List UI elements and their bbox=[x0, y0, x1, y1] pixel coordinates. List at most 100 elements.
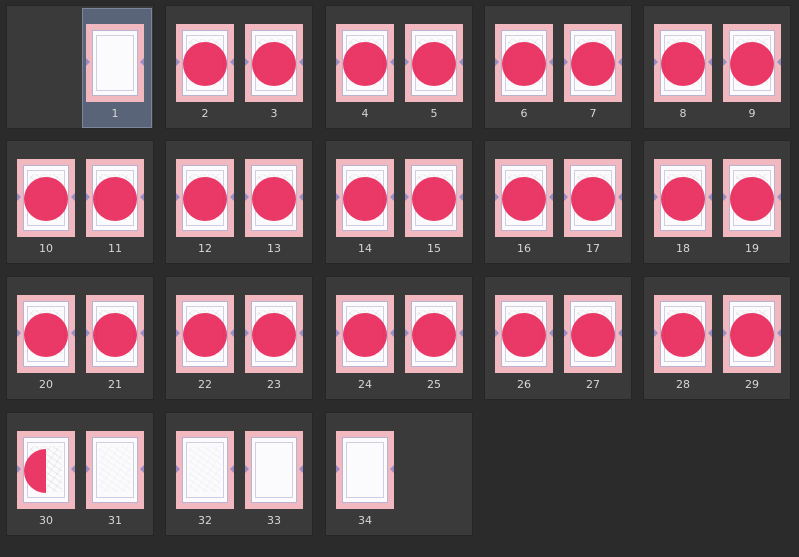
page-spread: 18 19 bbox=[643, 140, 791, 264]
page-thumbnail-28[interactable] bbox=[654, 295, 712, 373]
page-marker-icon bbox=[661, 177, 705, 221]
trim-mark-icon bbox=[708, 329, 712, 337]
page-thumbnail-3[interactable] bbox=[245, 24, 303, 102]
trim-mark-icon bbox=[245, 193, 249, 201]
page-marker-icon bbox=[661, 42, 705, 86]
trim-mark-icon bbox=[564, 329, 568, 337]
page-thumbnail-31[interactable] bbox=[86, 431, 144, 509]
page-number-label: 3 bbox=[270, 107, 278, 120]
page-thumbnail-25[interactable] bbox=[405, 295, 463, 373]
trim-mark-icon bbox=[723, 58, 727, 66]
page-thumbnail-26[interactable] bbox=[495, 295, 553, 373]
trim-mark-icon bbox=[549, 58, 553, 66]
page-number-label: 18 bbox=[676, 242, 690, 255]
page-thumbnail-19[interactable] bbox=[723, 159, 781, 237]
trim-mark-icon bbox=[17, 465, 21, 473]
page-thumbnail-22[interactable] bbox=[176, 295, 234, 373]
page-marker-icon bbox=[571, 313, 615, 357]
page-thumbnail-13[interactable] bbox=[245, 159, 303, 237]
trim-mark-icon bbox=[17, 329, 21, 337]
trim-mark-icon bbox=[654, 193, 658, 201]
page-thumbnail-34[interactable] bbox=[336, 431, 394, 509]
page-thumbnail-15[interactable] bbox=[405, 159, 463, 237]
trim-mark-icon bbox=[299, 329, 303, 337]
trim-mark-icon bbox=[390, 465, 394, 473]
page-thumbnail-33[interactable] bbox=[245, 431, 303, 509]
page-spread: 67 bbox=[484, 5, 632, 129]
page-spread: 10 11 bbox=[6, 140, 154, 264]
trim-mark-icon bbox=[336, 329, 340, 337]
page-spread: 23 bbox=[165, 5, 313, 129]
trim-mark-icon bbox=[549, 329, 553, 337]
page-number-label: 23 bbox=[267, 378, 281, 391]
page-marker-icon bbox=[24, 177, 68, 221]
page-spread: 12 13 bbox=[165, 140, 313, 264]
page-thumbnail-17[interactable] bbox=[564, 159, 622, 237]
trim-mark-icon bbox=[459, 193, 463, 201]
page-spread: 34 bbox=[325, 412, 473, 536]
trim-mark-icon bbox=[618, 329, 622, 337]
page-number-label: 12 bbox=[198, 242, 212, 255]
trim-mark-icon bbox=[176, 58, 180, 66]
page-thumbnail-27[interactable] bbox=[564, 295, 622, 373]
page-thumbnail-6[interactable] bbox=[495, 24, 553, 102]
page-thumbnail-30[interactable] bbox=[17, 431, 75, 509]
page-number-label: 14 bbox=[358, 242, 372, 255]
page-spread: 20 21 bbox=[6, 276, 154, 400]
trim-mark-icon bbox=[618, 193, 622, 201]
page-thumbnail-21[interactable] bbox=[86, 295, 144, 373]
page-thumbnail-2[interactable] bbox=[176, 24, 234, 102]
page-thumbnail-10[interactable] bbox=[17, 159, 75, 237]
page-canvas bbox=[182, 437, 228, 503]
page-marker-icon bbox=[252, 177, 296, 221]
page-thumbnail-32[interactable] bbox=[176, 431, 234, 509]
page-number-label: 20 bbox=[39, 378, 53, 391]
page-number-label: 6 bbox=[520, 107, 528, 120]
page-thumbnail-23[interactable] bbox=[245, 295, 303, 373]
page-spread: 32 33 bbox=[165, 412, 313, 536]
trim-mark-icon bbox=[777, 329, 781, 337]
page-thumbnail-18[interactable] bbox=[654, 159, 712, 237]
page-number-label: 21 bbox=[108, 378, 122, 391]
page-thumbnail-29[interactable] bbox=[723, 295, 781, 373]
page-thumbnail-7[interactable] bbox=[564, 24, 622, 102]
page-spread: 89 bbox=[643, 5, 791, 129]
page-marker-icon bbox=[93, 177, 137, 221]
page-marker-icon bbox=[571, 177, 615, 221]
page-thumbnail-16[interactable] bbox=[495, 159, 553, 237]
trim-mark-icon bbox=[777, 58, 781, 66]
trim-mark-icon bbox=[495, 329, 499, 337]
page-number-label: 4 bbox=[361, 107, 369, 120]
page-thumbnail-14[interactable] bbox=[336, 159, 394, 237]
page-canvas bbox=[342, 437, 388, 503]
page-thumbnail-4[interactable] bbox=[336, 24, 394, 102]
trim-mark-icon bbox=[336, 193, 340, 201]
page-thumbnail-5[interactable] bbox=[405, 24, 463, 102]
page-marker-icon bbox=[412, 42, 456, 86]
page-marker-icon bbox=[183, 313, 227, 357]
page-thumbnail-8[interactable] bbox=[654, 24, 712, 102]
trim-mark-icon bbox=[140, 58, 144, 66]
page-number-label: 13 bbox=[267, 242, 281, 255]
page-number-label: 34 bbox=[358, 514, 372, 527]
page-number-label: 1 bbox=[111, 107, 119, 120]
page-thumbnail-12[interactable] bbox=[176, 159, 234, 237]
page-spread: 26 27 bbox=[484, 276, 632, 400]
page-thumbnail-1[interactable] bbox=[86, 24, 144, 102]
page-number-label: 11 bbox=[108, 242, 122, 255]
page-spread: 14 15 bbox=[325, 140, 473, 264]
page-marker-icon bbox=[502, 42, 546, 86]
page-thumbnail-9[interactable] bbox=[723, 24, 781, 102]
trim-mark-icon bbox=[71, 329, 75, 337]
trim-mark-icon bbox=[86, 329, 90, 337]
page-thumbnail-11[interactable] bbox=[86, 159, 144, 237]
trim-mark-icon bbox=[140, 329, 144, 337]
page-canvas bbox=[92, 30, 138, 96]
trim-mark-icon bbox=[176, 465, 180, 473]
page-spread: 45 bbox=[325, 5, 473, 129]
trim-mark-icon bbox=[299, 58, 303, 66]
page-thumbnail-24[interactable] bbox=[336, 295, 394, 373]
trim-mark-icon bbox=[723, 193, 727, 201]
page-marker-icon bbox=[412, 177, 456, 221]
page-thumbnail-20[interactable] bbox=[17, 295, 75, 373]
